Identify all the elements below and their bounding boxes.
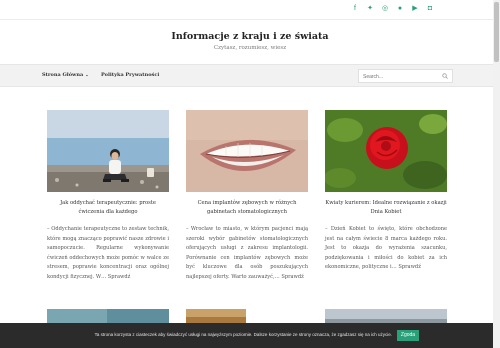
whatsapp-icon[interactable]: ◎ — [381, 5, 389, 13]
post-excerpt: – Dzień Kobiet to święto, które obchodzo… — [325, 226, 447, 270]
scrollbar-thumb[interactable] — [494, 2, 499, 62]
post-thumbnail[interactable] — [47, 110, 169, 192]
instagram-icon[interactable]: ◘ — [426, 5, 434, 13]
post-title[interactable]: Jak oddychać terapeutycznie: proste ćwic… — [47, 199, 169, 217]
top-bar: f ✦ ◎ ● ▶ ◘ — [0, 0, 500, 20]
nav-item-privacy-policy[interactable]: Polityka Prywatności — [101, 72, 159, 78]
red-rose-photo — [325, 110, 447, 192]
smile-teeth-photo — [186, 110, 308, 192]
site-branding: Informacje z kraju i ze świata Czytasz, … — [0, 20, 500, 64]
post-excerpt: – Oddychanie terapeutyczne to zestaw tec… — [47, 226, 169, 280]
nav-item-home[interactable]: Strona Główna ⌄ — [42, 72, 89, 78]
nav-item-label: Polityka Prywatności — [101, 72, 160, 78]
search-input[interactable] — [363, 72, 438, 81]
post-title[interactable]: Cena implantów zębowych w różnych gabine… — [186, 199, 308, 217]
chevron-down-icon: ⌄ — [85, 72, 89, 77]
post-thumbnail[interactable] — [186, 110, 308, 192]
twitter-icon[interactable]: ✦ — [366, 5, 374, 13]
cookie-accept-button[interactable]: Zgoda — [397, 330, 419, 341]
man-on-beach-photo — [47, 110, 169, 192]
main-navigation: Strona Główna ⌄ Polityka Prywatności — [0, 64, 500, 87]
search-box — [358, 69, 453, 83]
post-title[interactable]: Kwiaty kurierem: Idealne rozwiązanie z o… — [325, 199, 447, 217]
cookie-message: Ta strona korzysta z ciasteczek aby świa… — [94, 332, 392, 337]
facebook-icon[interactable]: f — [351, 5, 359, 13]
social-links: f ✦ ◎ ● ▶ ◘ — [351, 5, 434, 13]
youtube-icon[interactable]: ▶ — [411, 5, 419, 13]
pinterest-icon[interactable]: ● — [396, 5, 404, 13]
search-icon[interactable] — [442, 73, 448, 79]
site-tagline: Czytasz, rozumiesz, wiesz — [213, 45, 287, 51]
cookie-banner: Ta strona korzysta z ciasteczek aby świa… — [0, 323, 500, 348]
post-thumbnail[interactable] — [325, 110, 447, 192]
site-title[interactable]: Informacje z kraju i ze świata — [0, 31, 500, 42]
page-scrollbar[interactable] — [493, 0, 500, 348]
nav-item-label: Strona Główna — [42, 72, 84, 78]
post-excerpt: – Wrocław to miasto, w którym pacjenci m… — [186, 226, 308, 280]
